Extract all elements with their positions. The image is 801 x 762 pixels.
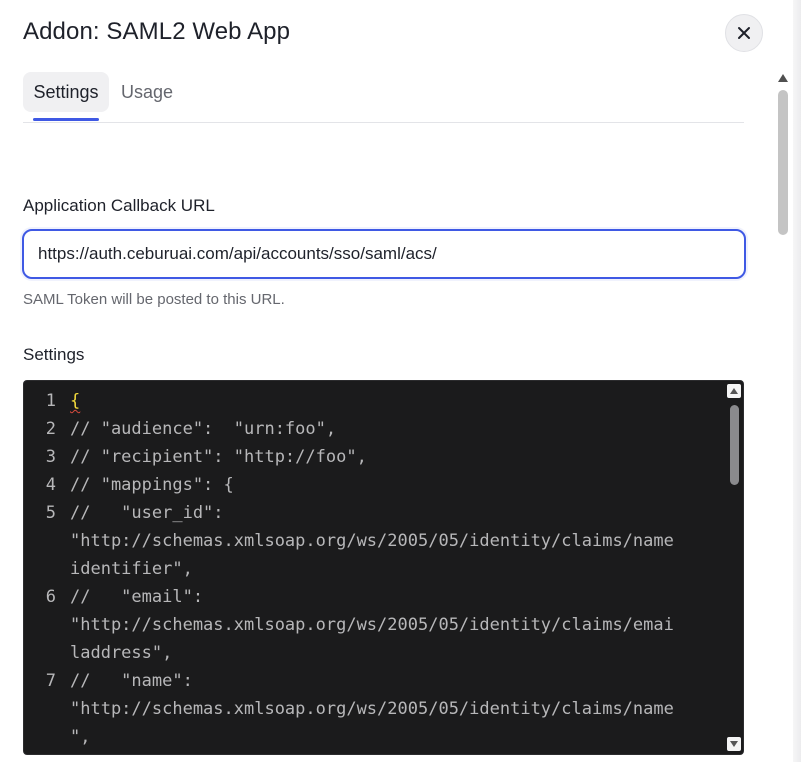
code-text: { xyxy=(70,391,81,411)
code-text: ", xyxy=(70,727,91,747)
scroll-up-arrow-icon[interactable] xyxy=(727,384,741,398)
code-text: // "audience": "urn:foo", xyxy=(70,419,337,439)
code-text: // "recipient": "http://foo", xyxy=(70,447,367,467)
dialog-title: Addon: SAML2 Web App xyxy=(23,18,291,45)
code-line: 7 // "name": xyxy=(24,667,724,695)
scroll-down-arrow-icon[interactable] xyxy=(727,737,741,751)
editor-scroll-thumb[interactable] xyxy=(730,405,739,485)
page-scrollbar[interactable] xyxy=(774,70,792,762)
code-text: identifier", xyxy=(70,559,193,579)
code-line: laddress", xyxy=(24,639,724,667)
tab-bar: Settings Usage xyxy=(23,72,744,123)
settings-label: Settings xyxy=(23,345,85,364)
code-text: "http://schemas.xmlsoap.org/ws/2005/05/i… xyxy=(70,531,674,551)
code-line: "http://schemas.xmlsoap.org/ws/2005/05/i… xyxy=(24,695,724,723)
page-scroll-up-arrow-icon[interactable] xyxy=(777,72,789,84)
code-line: identifier", xyxy=(24,555,724,583)
code-text: // "user_id": xyxy=(70,503,224,523)
line-number: 6 xyxy=(45,587,56,607)
line-number: 5 xyxy=(45,503,56,523)
close-icon xyxy=(738,27,750,39)
addon-dialog: Addon: SAML2 Web App Settings Usage Appl… xyxy=(0,0,801,762)
line-number: 7 xyxy=(45,671,56,691)
code-line: "http://schemas.xmlsoap.org/ws/2005/05/i… xyxy=(24,611,724,639)
code-text: "http://schemas.xmlsoap.org/ws/2005/05/i… xyxy=(70,615,674,635)
code-line: 6 // "email": xyxy=(24,583,724,611)
callback-url-label: Application Callback URL xyxy=(23,196,215,215)
code-line: 2 // "audience": "urn:foo", xyxy=(24,415,724,443)
code-text: // "email": xyxy=(70,587,204,607)
code-line: "http://schemas.xmlsoap.org/ws/2005/05/i… xyxy=(24,527,724,555)
page-scroll-thumb[interactable] xyxy=(778,90,788,235)
callback-url-hint: SAML Token will be posted to this URL. xyxy=(23,291,285,308)
line-number: 1 xyxy=(45,391,56,411)
settings-code-editor[interactable]: 1{2// "audience": "urn:foo", 3// "recipie… xyxy=(23,380,744,755)
line-number: 4 xyxy=(45,475,56,495)
active-tab-indicator xyxy=(33,118,99,121)
close-button[interactable] xyxy=(725,14,763,52)
code-text: // "name": xyxy=(70,671,193,691)
code-lines: 1{2// "audience": "urn:foo", 3// "recipie… xyxy=(24,387,724,751)
line-number: 3 xyxy=(45,447,56,467)
backdrop-edge xyxy=(793,0,801,762)
tab-usage[interactable]: Usage xyxy=(113,72,181,112)
code-line: 4 // "mappings": { xyxy=(24,471,724,499)
code-text: laddress", xyxy=(70,643,173,663)
code-line: 3 // "recipient": "http://foo", xyxy=(24,443,724,471)
code-text: "http://schemas.xmlsoap.org/ws/2005/05/i… xyxy=(70,699,674,719)
editor-scrollbar[interactable] xyxy=(725,381,743,754)
code-line: 1{ xyxy=(24,387,724,415)
code-line: ", xyxy=(24,723,724,751)
code-text: // "mappings": { xyxy=(70,475,234,495)
line-number: 2 xyxy=(45,419,56,439)
callback-url-input[interactable] xyxy=(22,229,746,279)
code-line: 5 // "user_id": xyxy=(24,499,724,527)
tab-settings[interactable]: Settings xyxy=(23,72,109,112)
